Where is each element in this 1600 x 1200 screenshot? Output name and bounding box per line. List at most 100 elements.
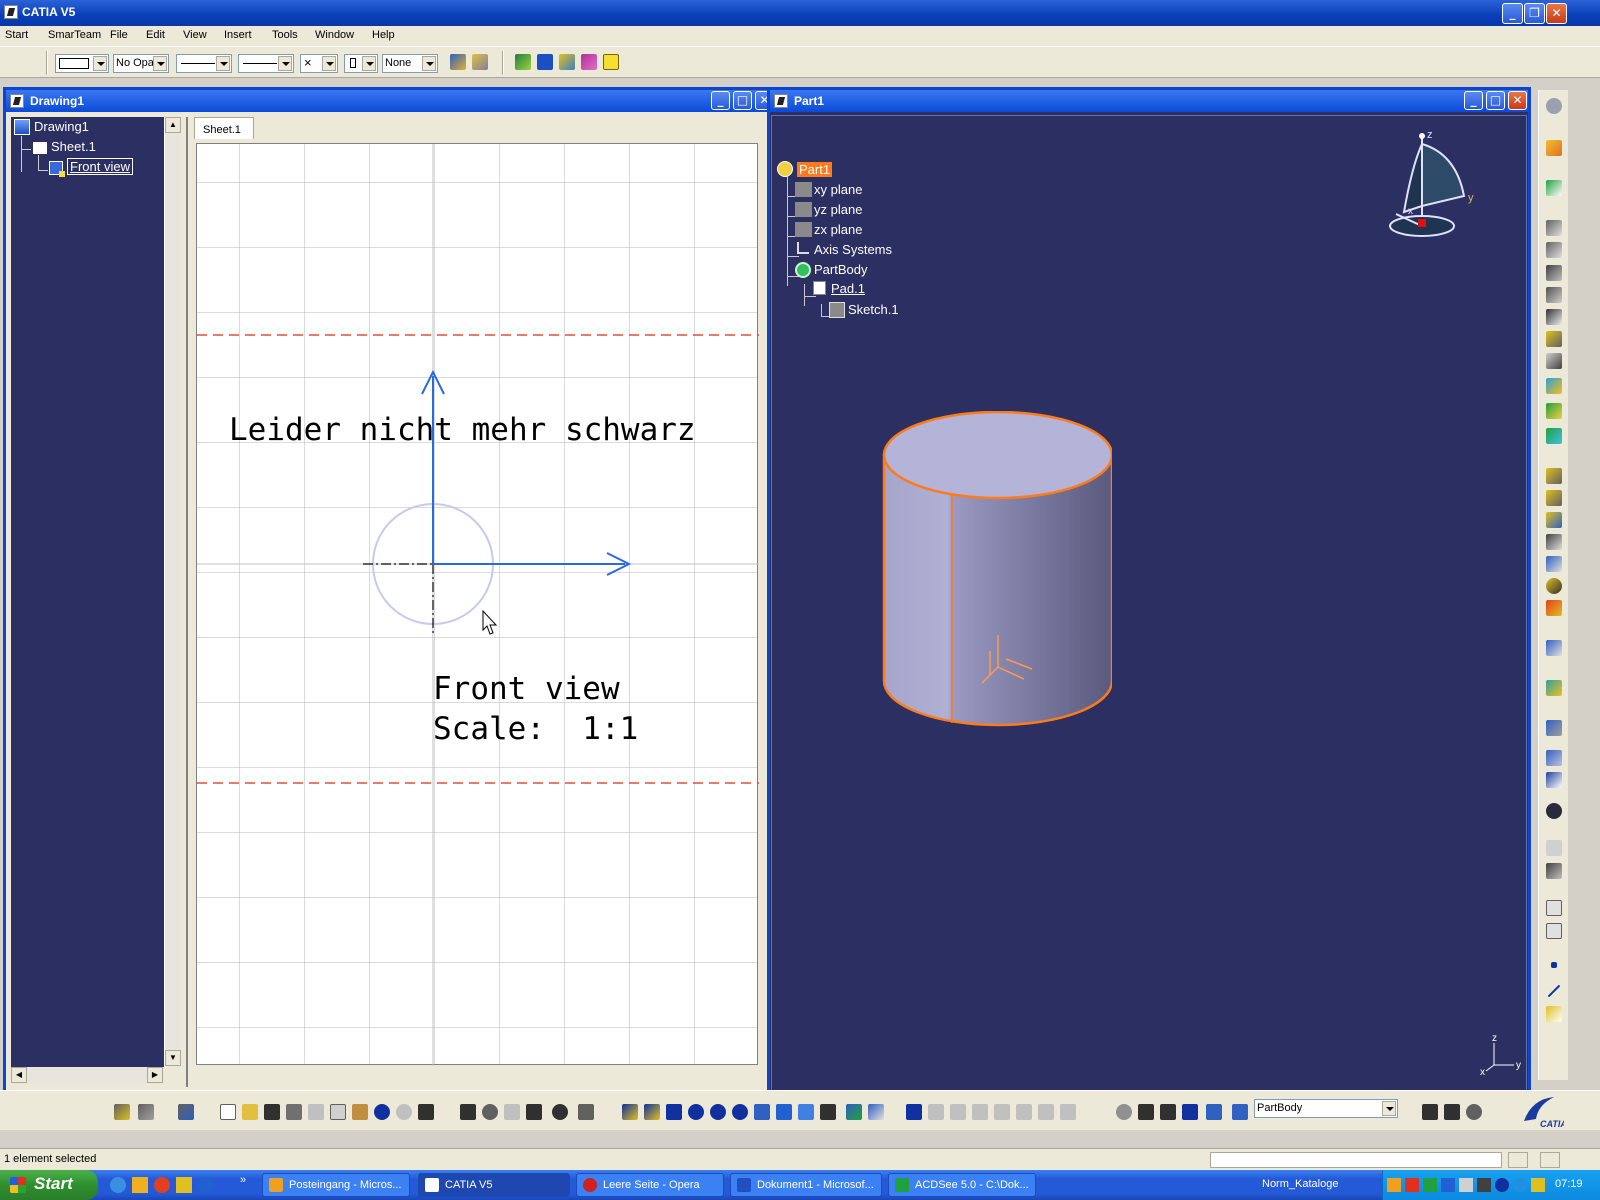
compass-plane[interactable] bbox=[1421, 142, 1466, 208]
update-icon[interactable] bbox=[578, 1104, 594, 1120]
layer-combo[interactable] bbox=[344, 54, 378, 73]
zoom-in-icon[interactable] bbox=[710, 1104, 726, 1120]
task-catia[interactable]: CATIA V5 bbox=[418, 1173, 570, 1197]
tray-icon[interactable] bbox=[1459, 1178, 1473, 1192]
part-maximize-button[interactable]: □ bbox=[1486, 91, 1505, 110]
tree-vertical-scrollbar[interactable]: ▲ ▼ bbox=[164, 117, 181, 1067]
cylinder-solid[interactable] bbox=[872, 411, 1112, 741]
start-button[interactable]: Start bbox=[0, 1170, 98, 1200]
drawing-maximize-button[interactable]: □ bbox=[733, 91, 752, 110]
chevron-more-icon[interactable]: » bbox=[240, 1174, 246, 1186]
menu-insert[interactable]: Insert bbox=[224, 29, 252, 41]
save-icon[interactable] bbox=[537, 54, 553, 70]
task-word[interactable]: Dokument1 - Microsof... bbox=[730, 1173, 882, 1197]
catalog-icon[interactable] bbox=[1444, 1104, 1460, 1120]
tray-icon[interactable] bbox=[1405, 1178, 1419, 1192]
tray-icon[interactable] bbox=[1513, 1178, 1527, 1192]
thickness-icon[interactable] bbox=[1546, 556, 1562, 572]
shell-icon[interactable] bbox=[1546, 534, 1562, 550]
cut-icon[interactable] bbox=[308, 1104, 324, 1120]
toolbar-label[interactable]: Norm_Kataloge bbox=[1262, 1178, 1338, 1190]
pane-divider[interactable] bbox=[186, 117, 188, 1087]
fillet-icon[interactable] bbox=[1546, 468, 1562, 484]
point-style-combo[interactable]: × bbox=[300, 54, 338, 73]
formula-icon[interactable] bbox=[460, 1104, 476, 1120]
scroll-left-icon[interactable]: ◀ bbox=[11, 1067, 27, 1083]
apply-material-icon[interactable] bbox=[1546, 863, 1562, 879]
tree-sheet[interactable]: Sheet.1 bbox=[51, 139, 96, 154]
command-input[interactable] bbox=[1210, 1152, 1502, 1168]
render-style-icon[interactable] bbox=[820, 1104, 836, 1120]
close-button[interactable]: ✕ bbox=[1546, 3, 1567, 24]
status-button[interactable] bbox=[1508, 1152, 1528, 1168]
quicklaunch-icon[interactable] bbox=[154, 1177, 170, 1193]
multi-section-icon[interactable] bbox=[1546, 378, 1562, 394]
task-outlook[interactable]: Posteingang - Micros... bbox=[262, 1173, 410, 1197]
boolean-icon[interactable] bbox=[1546, 750, 1562, 766]
constraint-icon[interactable] bbox=[1546, 803, 1562, 819]
iso-view-icon[interactable] bbox=[798, 1104, 814, 1120]
remove-face-icon[interactable] bbox=[1546, 600, 1562, 616]
tray-icon[interactable] bbox=[1441, 1178, 1455, 1192]
quicklaunch-icon[interactable] bbox=[198, 1177, 214, 1193]
scroll-down-icon[interactable]: ▼ bbox=[165, 1050, 181, 1066]
compass-origin[interactable] bbox=[1418, 219, 1426, 227]
annotation-text[interactable]: Leider nicht mehr schwarz bbox=[229, 412, 696, 448]
std-view-icon[interactable] bbox=[906, 1104, 922, 1120]
copy-icon[interactable] bbox=[330, 1104, 346, 1120]
slot-tool-icon[interactable] bbox=[1546, 353, 1562, 369]
surface-split-icon[interactable] bbox=[1546, 428, 1562, 444]
undo-icon[interactable] bbox=[374, 1104, 390, 1120]
part-minimize-button[interactable]: _ bbox=[1464, 91, 1483, 110]
pan-icon[interactable] bbox=[666, 1104, 682, 1120]
assembly-icon[interactable] bbox=[138, 1104, 154, 1120]
line-icon[interactable] bbox=[1547, 984, 1561, 998]
task-opera[interactable]: Leere Seite - Opera bbox=[576, 1173, 724, 1197]
shaft-tool-icon[interactable] bbox=[1546, 265, 1562, 281]
tree-front-view[interactable]: Front view bbox=[67, 158, 133, 175]
hide-show-icon[interactable] bbox=[846, 1104, 862, 1120]
pocket-tool-icon[interactable] bbox=[1546, 242, 1562, 258]
publish-icon[interactable] bbox=[1422, 1104, 1438, 1120]
table-icon[interactable] bbox=[526, 1104, 542, 1120]
clock[interactable]: 07:19 bbox=[1555, 1178, 1583, 1190]
groove-tool-icon[interactable] bbox=[1546, 287, 1562, 303]
chamfer-icon[interactable] bbox=[1546, 490, 1562, 506]
tree-zx-plane[interactable]: zx plane bbox=[814, 222, 862, 237]
grid-icon[interactable] bbox=[1546, 772, 1562, 788]
normal-view-icon[interactable] bbox=[754, 1104, 770, 1120]
painter-icon[interactable] bbox=[472, 54, 488, 70]
plane-tool-icon[interactable] bbox=[1546, 1006, 1562, 1022]
measure-item-icon[interactable] bbox=[1466, 1104, 1482, 1120]
body-icon[interactable] bbox=[1232, 1104, 1248, 1120]
tree-partbody[interactable]: PartBody bbox=[814, 262, 867, 277]
linetype-combo[interactable] bbox=[176, 54, 232, 73]
workbench-icon[interactable] bbox=[178, 1104, 194, 1120]
list-icon[interactable] bbox=[1206, 1104, 1222, 1120]
menu-window[interactable]: Window bbox=[315, 29, 354, 41]
axis-tool-icon[interactable] bbox=[1138, 1104, 1154, 1120]
swap-space-icon[interactable] bbox=[868, 1104, 884, 1120]
opacity-combo[interactable]: No Opa bbox=[113, 54, 169, 73]
tab-sheet-1[interactable]: Sheet.1 bbox=[194, 117, 254, 139]
menu-view[interactable]: View bbox=[183, 29, 207, 41]
tree-horizontal-scrollbar[interactable]: ◀ ▶ bbox=[11, 1067, 164, 1084]
print-icon[interactable] bbox=[286, 1104, 302, 1120]
zoom-out-icon[interactable] bbox=[732, 1104, 748, 1120]
tree-xy-plane[interactable]: xy plane bbox=[814, 182, 862, 197]
color-combo[interactable] bbox=[55, 54, 109, 73]
drawing-sheet[interactable]: Leider nicht mehr schwarz Front view Sca… bbox=[196, 143, 759, 1066]
eraser-icon[interactable] bbox=[581, 54, 597, 70]
toolbar-grip[interactable] bbox=[46, 51, 48, 75]
rotate-icon[interactable] bbox=[688, 1104, 704, 1120]
lock-icon[interactable] bbox=[552, 1104, 568, 1120]
status-button[interactable] bbox=[1540, 1152, 1560, 1168]
menu-edit[interactable]: Edit bbox=[146, 29, 165, 41]
fly-mode-icon[interactable] bbox=[622, 1104, 638, 1120]
pad-tool-icon[interactable] bbox=[1546, 220, 1562, 236]
minimize-button[interactable]: _ bbox=[1502, 3, 1523, 24]
tree-part-root[interactable]: Part1 bbox=[797, 162, 833, 177]
multi-view-icon[interactable] bbox=[776, 1104, 792, 1120]
plugin-icon[interactable] bbox=[515, 54, 531, 70]
3d-viewport[interactable]: Part1 xy plane yz plane zx plane Axis Sy… bbox=[771, 115, 1527, 1105]
